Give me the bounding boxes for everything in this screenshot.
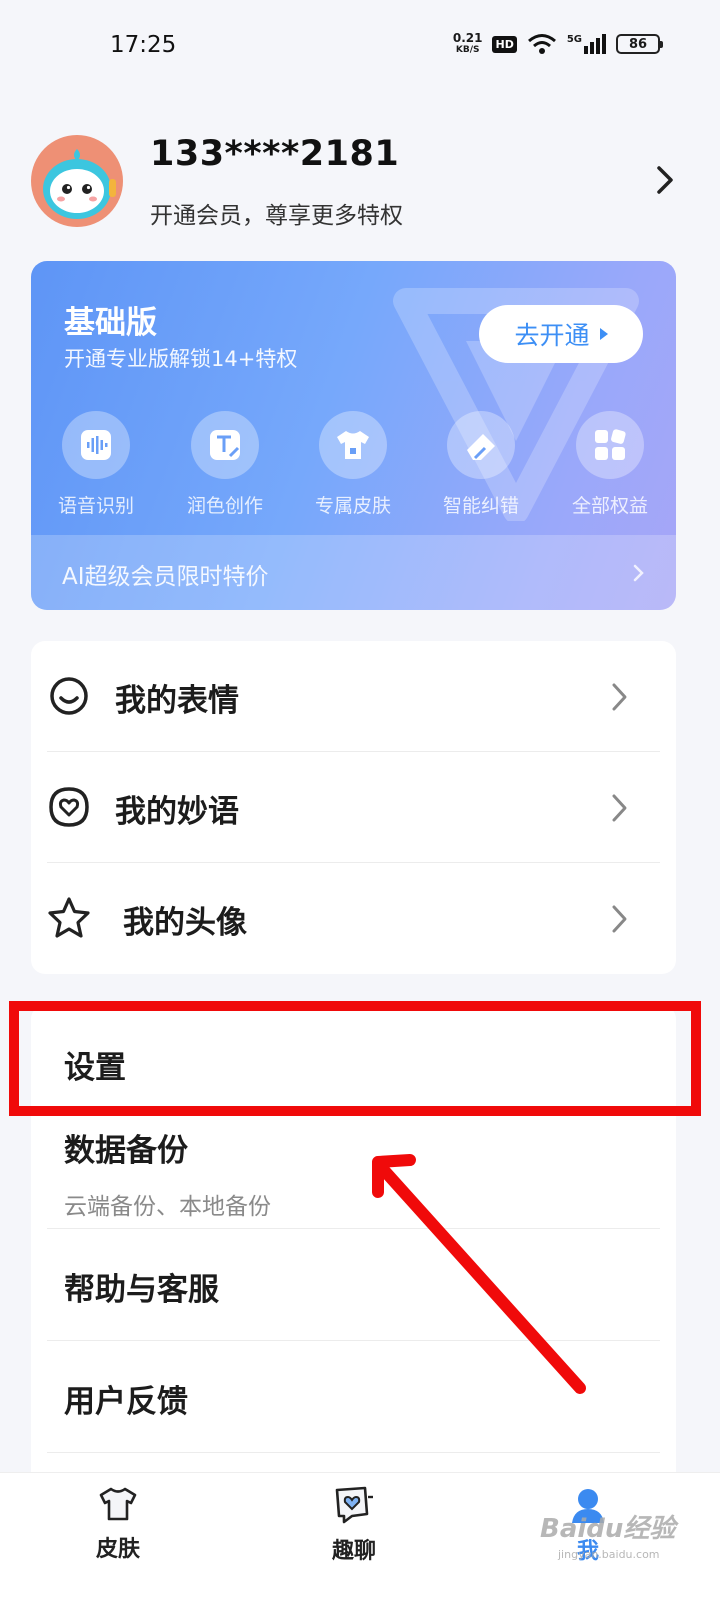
feature-polish-writing[interactable]: 润色创作 [170,411,280,518]
battery-indicator: 86 [616,34,663,54]
mascot-avatar-icon [43,149,116,219]
list-item-data-backup[interactable]: 数据备份 云端备份、本地备份 [47,1117,660,1229]
status-bar: 17:25 0.21 KB/S HD 5G 86 [0,0,720,90]
chevron-right-icon [612,794,627,822]
avatar[interactable] [31,135,123,227]
vip-promo-text: AI超级会员限时特价 [62,564,269,590]
play-arrow-icon [599,328,608,340]
vip-plan-subtitle: 开通专业版解锁14+特权 [64,347,298,371]
smiley-icon [50,677,88,715]
eraser-icon [467,434,495,460]
feature-exclusive-skin[interactable]: 专属皮肤 [298,411,408,518]
list-item-my-quotes[interactable]: 我的妙语 [47,752,660,863]
voice-wave-icon [81,430,111,460]
help-label: 帮助与客服 [64,1272,219,1308]
vip-promo-banner[interactable]: AI超级会员限时特价 [31,535,676,610]
chat-heart-icon [335,1486,373,1524]
chevron-right-icon [612,683,627,711]
text-edit-icon [210,430,240,460]
tab-skin[interactable]: 皮肤 [58,1485,178,1563]
vip-card[interactable]: 基础版 开通专业版解锁14+特权 去开通 语音识别 润色创作 专属皮肤 智能纠错… [31,261,676,610]
hd-badge: HD [492,35,517,53]
list-item-my-stickers[interactable]: 我的表情 [47,641,660,752]
watermark-url: jingyan.baidu.com [558,1548,660,1561]
list-item-feedback[interactable]: 用户反馈 [47,1341,660,1453]
backup-label: 数据备份 [64,1133,188,1169]
tshirt-icon [99,1487,137,1521]
feature-smart-correction[interactable]: 智能纠错 [426,411,536,518]
feedback-label: 用户反馈 [64,1384,188,1420]
chevron-right-icon[interactable] [650,162,680,198]
grid-icon [595,429,626,460]
profile-subtitle: 开通会员，尊享更多特权 [150,203,403,229]
watermark: Baidu经验 [540,1514,676,1544]
backup-subtitle: 云端备份、本地备份 [64,1194,271,1220]
my-items-card: 我的表情 我的妙语 我的头像 [31,641,676,974]
open-membership-button[interactable]: 去开通 [479,305,643,363]
status-time: 17:25 [110,32,177,58]
list-item-help[interactable]: 帮助与客服 [47,1229,660,1341]
network-speed: 0.21 KB/S [452,31,483,55]
feature-voice-recognition[interactable]: 语音识别 [41,411,151,518]
vip-plan-title: 基础版 [64,305,157,341]
annotation-highlight-box [9,1001,701,1116]
tab-fun-chat[interactable]: 趣聊 [294,1485,414,1565]
profile-header[interactable]: 133****2181 开通会员，尊享更多特权 [0,130,720,230]
list-item-my-avatar[interactable]: 我的头像 [47,863,660,974]
star-icon [48,897,90,938]
heart-bubble-icon [49,787,89,827]
status-icons: 0.21 KB/S HD 5G 86 [452,31,663,56]
chevron-right-icon [633,564,644,582]
tshirt-icon [337,431,369,459]
chevron-right-icon [612,905,627,933]
wifi-icon [527,34,556,54]
signal-icon: 5G [567,34,606,54]
feature-all-benefits[interactable]: 全部权益 [555,411,665,518]
username: 133****2181 [150,134,400,174]
